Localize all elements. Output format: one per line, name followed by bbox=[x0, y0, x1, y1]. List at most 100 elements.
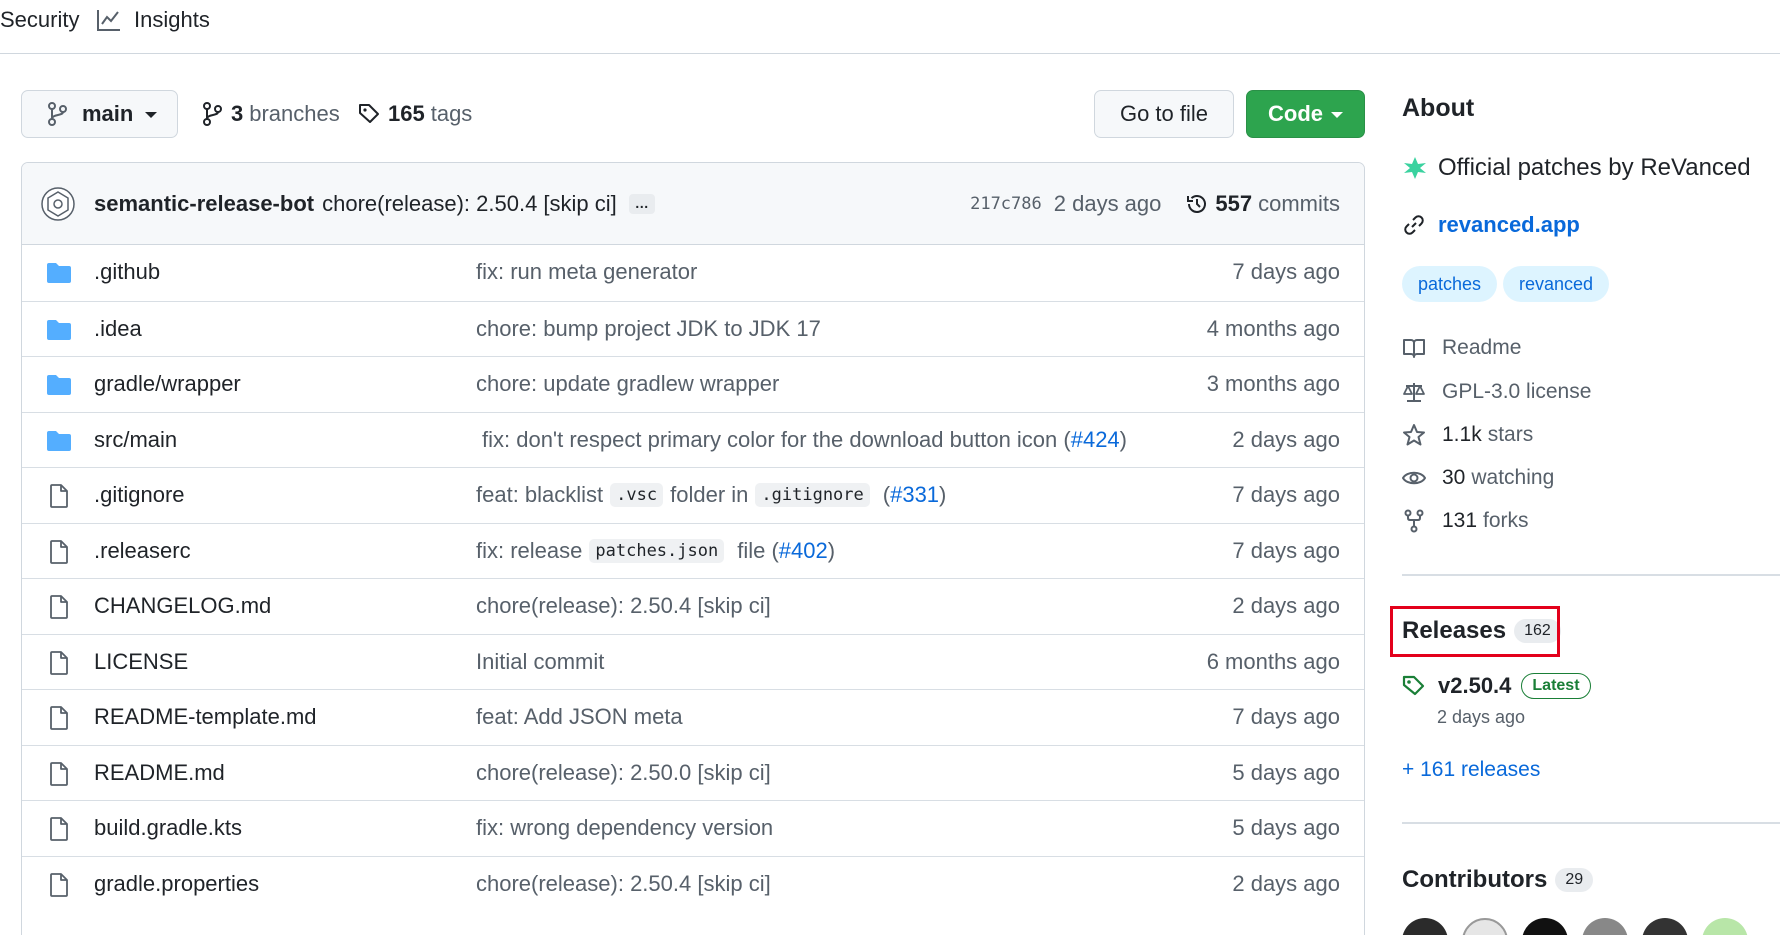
contributors-title: Contributors bbox=[1402, 866, 1548, 893]
file-icon bbox=[46, 650, 72, 675]
website-link[interactable]: revanced.app bbox=[1402, 212, 1580, 238]
avatar[interactable] bbox=[1702, 918, 1748, 935]
latest-commit-bar: semantic-release-bot chore(release): 2.5… bbox=[22, 163, 1364, 245]
file-icon bbox=[46, 539, 72, 564]
file-name-link[interactable]: gradle/wrapper bbox=[94, 371, 241, 397]
file-icon bbox=[46, 872, 72, 897]
file-row: .idea chore: bump project JDK to JDK 17 4 … bbox=[22, 300, 1364, 357]
file-name-link[interactable]: .idea bbox=[94, 316, 142, 342]
inline-code: .vsc bbox=[610, 483, 664, 507]
forks-link[interactable]: 131 forks bbox=[1402, 509, 1529, 533]
branches-link[interactable]: 3 branches bbox=[201, 101, 340, 127]
message-text: ) bbox=[939, 482, 947, 507]
eye-icon bbox=[1402, 466, 1426, 490]
code-button[interactable]: Code bbox=[1246, 90, 1365, 138]
file-name-link[interactable]: .releaserc bbox=[94, 538, 191, 564]
folder-icon bbox=[46, 318, 72, 342]
latest-release[interactable]: v2.50.4 Latest bbox=[1402, 673, 1591, 699]
git-branch-icon bbox=[46, 102, 68, 126]
sidebar-divider bbox=[1402, 574, 1780, 576]
file-commit-time: 7 days ago bbox=[1232, 704, 1340, 729]
avatar[interactable] bbox=[1462, 918, 1508, 935]
forks-label: forks bbox=[1483, 509, 1529, 532]
tags-link[interactable]: 165 tags bbox=[358, 101, 472, 127]
releases-highlight-box bbox=[1390, 606, 1560, 657]
file-commit-message[interactable]: feat: blacklist .vsc folder in .gitignore (#… bbox=[476, 482, 946, 508]
avatar[interactable] bbox=[1642, 918, 1688, 935]
file-row: build.gradle.kts fix: wrong dependency ve… bbox=[22, 800, 1364, 856]
watchers-link[interactable]: 30 watching bbox=[1402, 466, 1554, 490]
file-row: README-template.md feat: Add JSON meta 7 d… bbox=[22, 689, 1364, 745]
file-name-link[interactable]: README.md bbox=[94, 760, 225, 786]
revanced-logo-icon bbox=[1402, 155, 1428, 181]
file-row: src/main fix: don't respect primary color… bbox=[22, 411, 1364, 468]
message-text: ) bbox=[827, 537, 836, 563]
file-icon bbox=[46, 484, 72, 508]
file-commit-message[interactable]: chore(release): 2.50.0 [skip ci] bbox=[476, 760, 771, 786]
file-name-link[interactable]: LICENSE bbox=[94, 649, 188, 675]
file-row: CHANGELOG.md chore(release): 2.50.4 [skip… bbox=[22, 578, 1364, 634]
go-to-file-button[interactable]: Go to file bbox=[1094, 90, 1234, 138]
file-name-link[interactable]: .github bbox=[94, 259, 160, 285]
file-commit-message[interactable]: chore: update gradlew wrapper bbox=[476, 371, 779, 397]
file-name-link[interactable]: src/main bbox=[94, 427, 177, 453]
topic-revanced[interactable]: revanced bbox=[1503, 266, 1610, 302]
file-commit-time: 5 days ago bbox=[1232, 759, 1340, 785]
file-commit-message[interactable]: fix: don't respect primary color for the… bbox=[476, 427, 1127, 453]
expand-commit-button[interactable]: … bbox=[628, 193, 655, 214]
stars-link[interactable]: 1.1k stars bbox=[1402, 423, 1533, 447]
commit-count: 557 bbox=[1215, 191, 1253, 216]
commits-link[interactable]: 557 commits bbox=[1185, 191, 1340, 217]
contributors-avatars bbox=[1402, 918, 1762, 935]
stars-count: 1.1k bbox=[1442, 423, 1482, 446]
bot-avatar-icon[interactable] bbox=[40, 186, 76, 222]
file-list: .github fix: run meta generator 7 days ago… bbox=[22, 245, 1364, 911]
inline-code: .gitignore bbox=[755, 483, 870, 507]
file-commit-message[interactable]: Initial commit bbox=[476, 649, 604, 675]
file-commit-message[interactable]: chore(release): 2.50.4 [skip ci] bbox=[476, 593, 771, 619]
tab-insights[interactable]: Insights bbox=[96, 7, 210, 33]
file-row: .github fix: run meta generator 7 days ago bbox=[22, 245, 1364, 301]
file-commit-message[interactable]: chore: bump project JDK to JDK 17 bbox=[476, 316, 821, 342]
branches-label: branches bbox=[249, 101, 340, 126]
file-commit-message[interactable]: fix: run meta generator bbox=[476, 259, 697, 285]
more-releases-link[interactable]: + 161 releases bbox=[1402, 758, 1540, 782]
pull-request-link[interactable]: #402 bbox=[779, 538, 828, 564]
contributors-heading[interactable]: Contributors 29 bbox=[1402, 866, 1594, 894]
pull-request-link[interactable]: #331 bbox=[890, 482, 939, 508]
branch-name: main bbox=[82, 101, 134, 126]
branch-selector[interactable]: main bbox=[21, 90, 178, 138]
license-label: GPL-3.0 license bbox=[1442, 380, 1592, 403]
license-link[interactable]: GPL-3.0 license bbox=[1402, 380, 1591, 404]
avatar[interactable] bbox=[1402, 918, 1448, 935]
file-name-link[interactable]: build.gradle.kts bbox=[94, 815, 242, 841]
pull-request-link[interactable]: #424 bbox=[1071, 427, 1120, 453]
file-name-link[interactable]: README-template.md bbox=[94, 704, 317, 730]
branches-count: 3 bbox=[231, 101, 244, 126]
commit-sha[interactable]: 217c786 bbox=[970, 194, 1042, 214]
avatar[interactable] bbox=[1582, 918, 1628, 935]
file-commit-message[interactable]: fix: release patches.json file (#402) bbox=[476, 538, 835, 564]
file-commit-message[interactable]: chore(release): 2.50.4 [skip ci] bbox=[476, 871, 771, 897]
history-icon bbox=[1185, 192, 1209, 216]
readme-link[interactable]: Readme bbox=[1402, 336, 1521, 360]
file-commit-time: 7 days ago bbox=[1232, 537, 1340, 563]
file-row: .releaserc fix: release patches.json file (… bbox=[22, 522, 1364, 579]
commit-message[interactable]: chore(release): 2.50.4 [skip ci] bbox=[322, 191, 617, 217]
commit-author[interactable]: semantic-release-bot bbox=[94, 191, 314, 217]
tab-security-label: Security bbox=[0, 7, 80, 32]
file-name-link[interactable]: CHANGELOG.md bbox=[94, 593, 271, 619]
tag-icon bbox=[1402, 674, 1426, 698]
file-name-link[interactable]: .gitignore bbox=[94, 482, 185, 508]
chevron-down-icon bbox=[1331, 112, 1343, 118]
message-text: fix: release bbox=[476, 537, 583, 563]
tab-security[interactable]: Security bbox=[0, 7, 79, 33]
watching-count: 30 bbox=[1442, 466, 1466, 489]
file-commit-message[interactable]: feat: Add JSON meta bbox=[476, 704, 683, 730]
file-name-link[interactable]: gradle.properties bbox=[94, 871, 259, 897]
graph-icon bbox=[96, 8, 122, 32]
file-commit-message[interactable]: fix: wrong dependency version bbox=[476, 815, 773, 841]
topic-patches[interactable]: patches bbox=[1402, 266, 1498, 302]
stars-label: stars bbox=[1487, 423, 1534, 446]
avatar[interactable] bbox=[1522, 918, 1568, 935]
